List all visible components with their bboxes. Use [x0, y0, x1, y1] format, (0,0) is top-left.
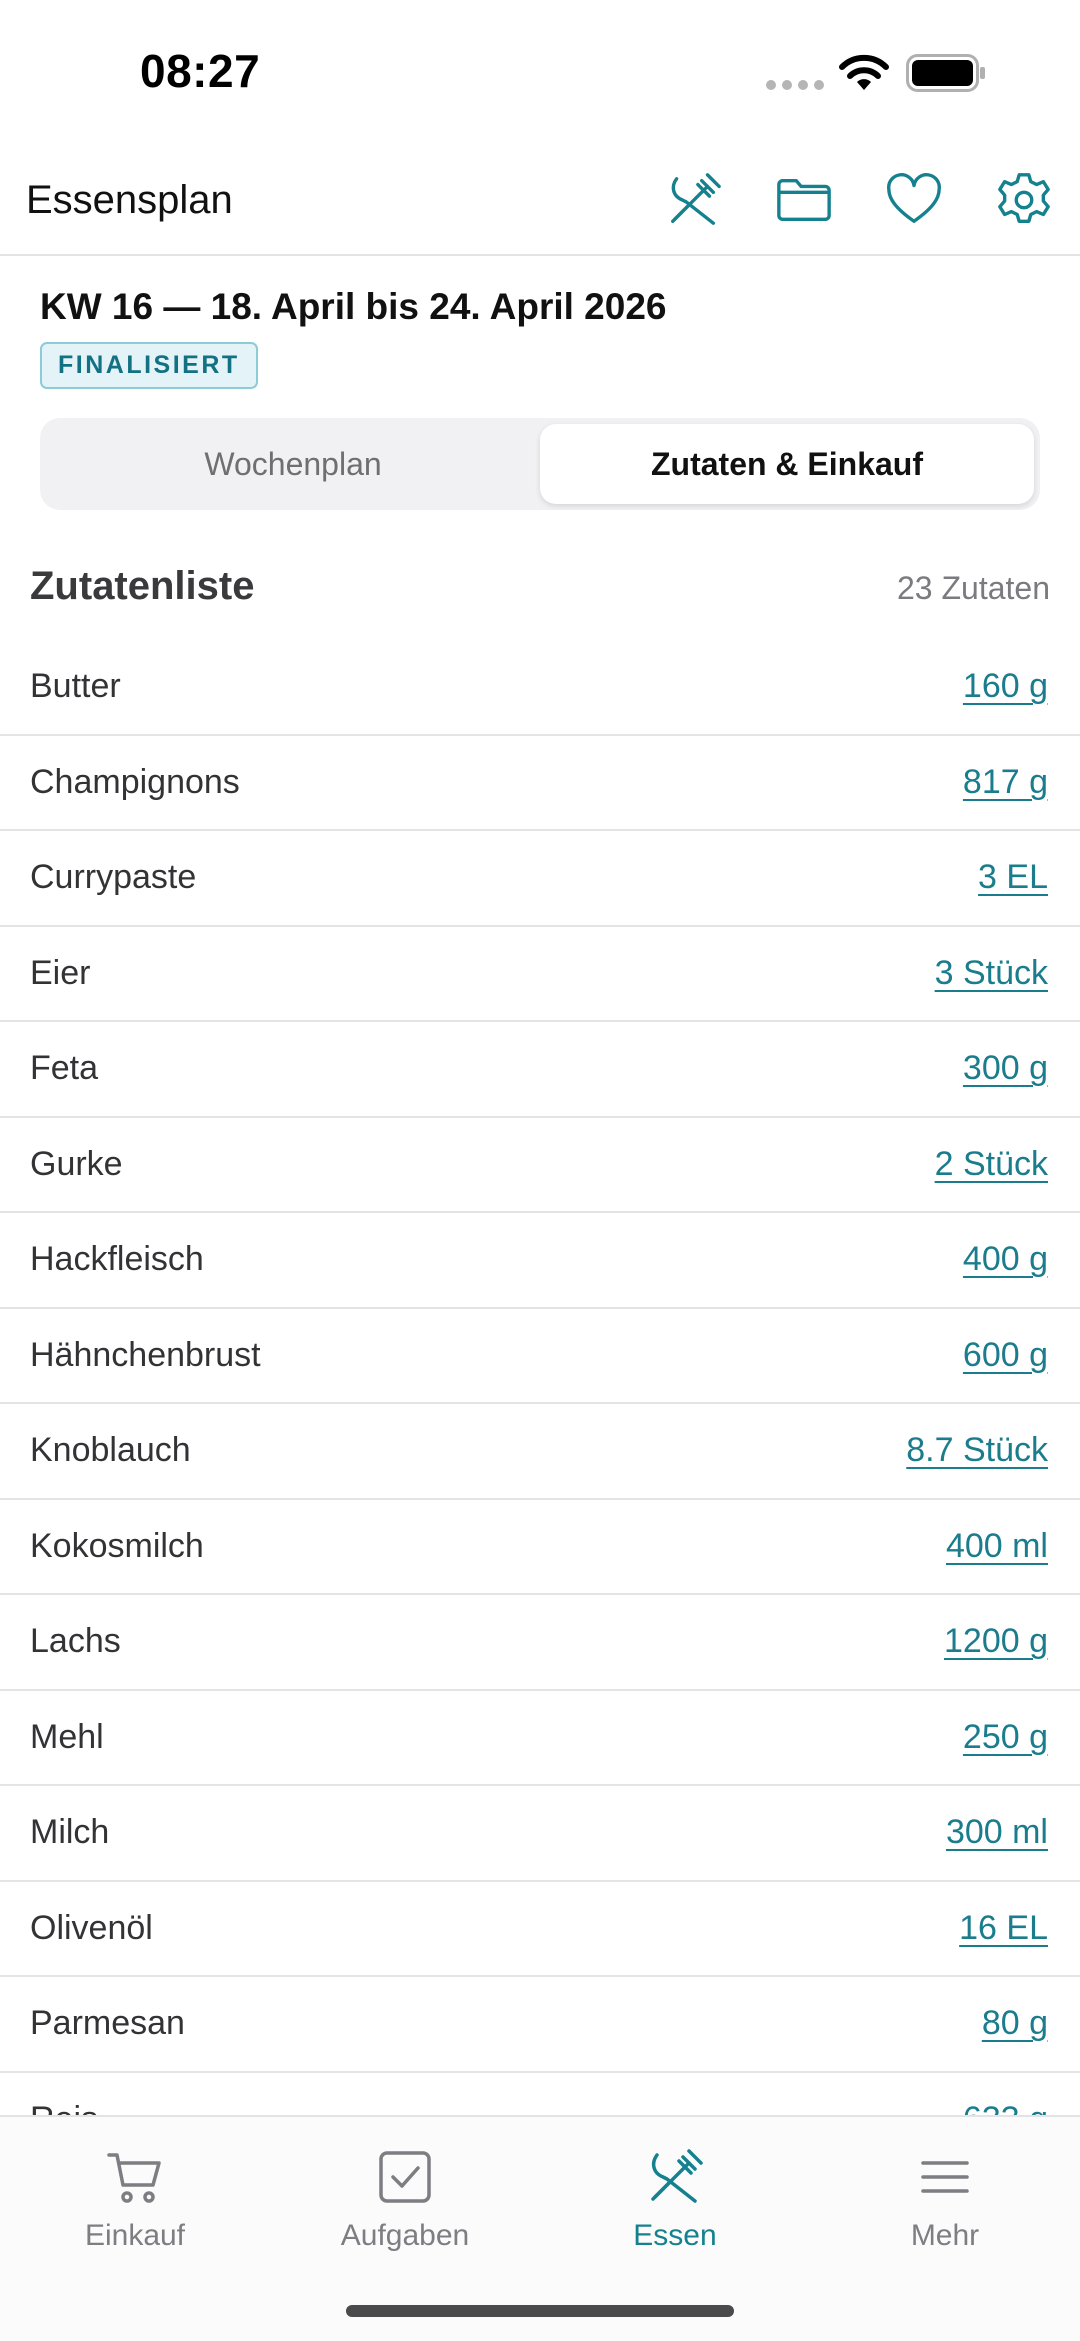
list-item: Milch 300 ml: [0, 1786, 1080, 1882]
list-item: Gurke 2 Stück: [0, 1118, 1080, 1213]
ingredients-list-header: Zutatenliste 23 Zutaten: [30, 564, 1050, 609]
ingredient-name: Mehl: [30, 1717, 104, 1756]
cart-icon: [107, 2153, 161, 2203]
list-item: Parmesan 80 g: [0, 1977, 1080, 2073]
menu-icon: [921, 2161, 969, 2193]
ingredient-quantity-link[interactable]: 16 EL: [959, 1909, 1048, 1948]
ingredient-quantity-link[interactable]: 1200 g: [944, 1622, 1048, 1661]
ingredients-count: 23 Zutaten: [897, 570, 1050, 606]
list-item: Lachs 1200 g: [0, 1595, 1080, 1691]
ingredient-quantity-link[interactable]: 80 g: [982, 2004, 1048, 2043]
ingredient-name: Reis: [30, 2100, 98, 2115]
list-item: Knoblauch 8.7 Stück: [0, 1404, 1080, 1500]
ingredient-name: Olivenöl: [30, 1908, 153, 1947]
ingredient-name: Feta: [30, 1049, 99, 1088]
list-item: Hähnchenbrust 600 g: [0, 1309, 1080, 1404]
tab-essen[interactable]: Essen: [540, 2117, 810, 2287]
tab-aufgaben[interactable]: Aufgaben: [270, 2117, 540, 2287]
folder-icon: [777, 178, 831, 222]
list-item: Feta 300 g: [0, 1022, 1080, 1118]
ingredient-name: Milch: [30, 1813, 110, 1852]
ingredient-quantity-link[interactable]: 250 g: [963, 1718, 1048, 1757]
cellular-signal-icon: [766, 80, 824, 90]
ingredient-name: Eier: [30, 953, 91, 992]
ingredient-quantity-link[interactable]: 300 ml: [946, 1813, 1048, 1852]
ingredient-name: Butter: [30, 667, 121, 706]
status-bar: 08:27: [0, 0, 1080, 150]
list-item: Kokosmilch 400 ml: [0, 1500, 1080, 1595]
ingredient-quantity-link[interactable]: 400 g: [963, 1240, 1048, 1279]
ingredients-list-title: Zutatenliste: [30, 564, 255, 608]
ingredient-quantity-link[interactable]: 817 g: [963, 763, 1048, 802]
ingredient-name: Parmesan: [30, 2004, 185, 2043]
list-item: Currypaste 3 EL: [0, 831, 1080, 927]
battery-icon: [906, 54, 985, 92]
wifi-icon: [839, 54, 889, 90]
ingredient-quantity-link[interactable]: 633 g: [963, 2100, 1048, 2115]
week-header: KW 16 — 18. April bis 24. April 2026 FIN…: [40, 286, 667, 389]
list-item: Reis 633 g: [0, 2073, 1080, 2115]
ingredient-name: Currypaste: [30, 858, 197, 897]
ingredient-name: Gurke: [30, 1144, 123, 1183]
app-header: Essensplan: [0, 150, 1080, 256]
ingredient-name: Kokosmilch: [30, 1526, 204, 1565]
utensils-icon: [651, 2149, 703, 2203]
ingredient-quantity-link[interactable]: 3 EL: [978, 858, 1048, 897]
list-item: Eier 3 Stück: [0, 927, 1080, 1022]
gear-icon: [998, 173, 1050, 223]
ingredient-name: Lachs: [30, 1622, 121, 1661]
ingredient-name: Hähnchenbrust: [30, 1335, 261, 1374]
tab-label: Essen: [633, 2219, 717, 2252]
ingredient-quantity-link[interactable]: 2 Stück: [935, 1145, 1048, 1184]
week-title: KW 16 — 18. April bis 24. April 2026: [40, 286, 667, 327]
recipes-button[interactable]: [664, 170, 724, 230]
folder-button[interactable]: [774, 170, 834, 230]
status-time: 08:27: [140, 45, 261, 97]
list-item: Olivenöl 16 EL: [0, 1882, 1080, 1977]
tab-label: Mehr: [910, 2219, 980, 2252]
ingredient-quantity-link[interactable]: 300 g: [963, 1049, 1048, 1088]
ingredients-list: Butter 160 g Champignons 817 g Currypaste 3…: [0, 640, 1080, 2115]
status-badge: FINALISIERT: [40, 342, 258, 389]
ingredient-quantity-link[interactable]: 3 Stück: [935, 954, 1048, 993]
ingredient-quantity-link[interactable]: 8.7 Stück: [906, 1431, 1048, 1470]
tab-label: Aufgaben: [340, 2219, 470, 2252]
utensils-icon: [671, 173, 721, 225]
view-segmented-control: Wochenplan Zutaten & Einkauf: [40, 418, 1040, 510]
settings-button[interactable]: [994, 170, 1054, 230]
home-indicator[interactable]: [346, 2305, 734, 2317]
ingredient-quantity-link[interactable]: 400 ml: [946, 1527, 1048, 1566]
list-item: Hackfleisch 400 g: [0, 1213, 1080, 1309]
ingredient-quantity-link[interactable]: 160 g: [963, 667, 1048, 706]
list-item: Champignons 817 g: [0, 736, 1080, 831]
bottom-tab-bar: Einkauf Aufgaben Essen Mehr: [0, 2115, 1080, 2341]
favorites-button[interactable]: [884, 170, 944, 230]
tab-einkauf[interactable]: Einkauf: [0, 2117, 270, 2287]
tab-mehr[interactable]: Mehr: [810, 2117, 1080, 2287]
ingredient-name: Hackfleisch: [30, 1240, 204, 1279]
list-item: Mehl 250 g: [0, 1691, 1080, 1786]
tab-wochenplan[interactable]: Wochenplan: [46, 424, 540, 504]
header-actions: [664, 170, 1054, 230]
ingredient-name: Knoblauch: [30, 1431, 191, 1470]
page-title: Essensplan: [26, 178, 233, 222]
heart-icon: [887, 173, 941, 223]
list-item: Butter 160 g: [0, 640, 1080, 736]
ingredient-name: Champignons: [30, 762, 240, 801]
tab-label: Einkauf: [84, 2219, 186, 2252]
ingredient-quantity-link[interactable]: 600 g: [963, 1336, 1048, 1375]
checkbox-icon: [379, 2151, 431, 2203]
tab-zutaten-einkauf[interactable]: Zutaten & Einkauf: [540, 424, 1034, 504]
